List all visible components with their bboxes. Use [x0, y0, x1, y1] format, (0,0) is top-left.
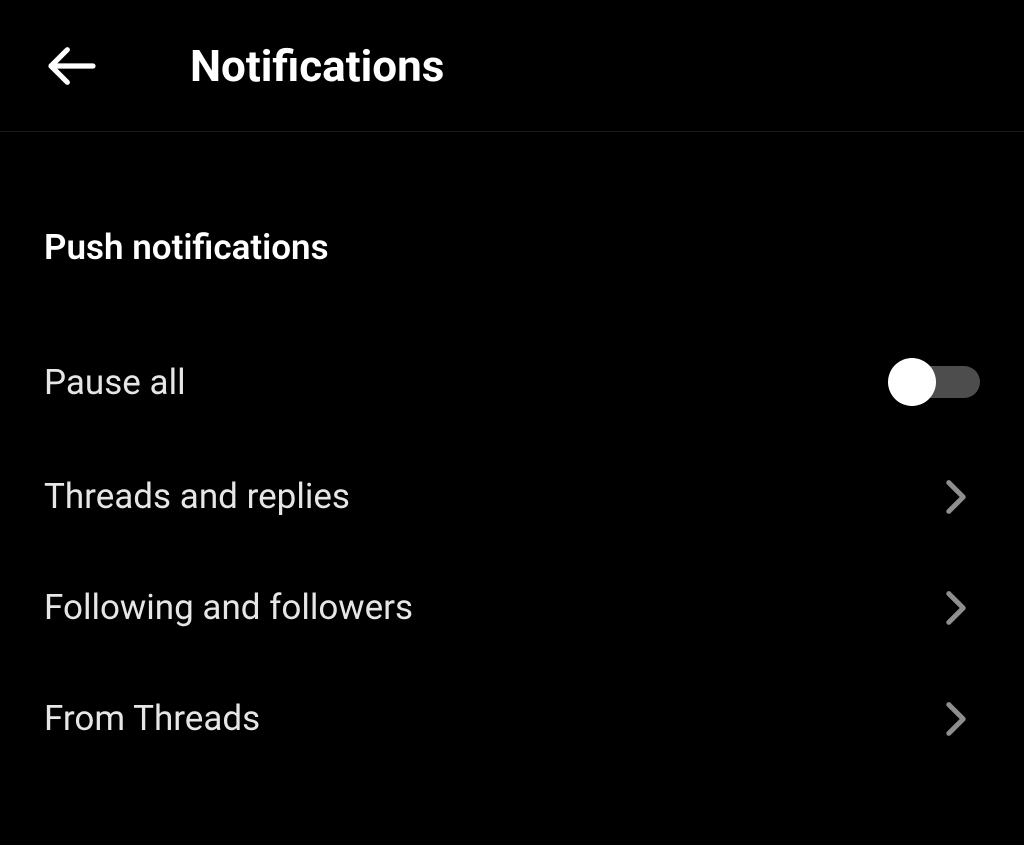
row-from-threads[interactable]: From Threads [44, 663, 980, 774]
row-threads-replies[interactable]: Threads and replies [44, 441, 980, 552]
content: Push notifications Pause all Threads and… [0, 227, 1024, 774]
row-label-from-threads: From Threads [44, 698, 260, 739]
section-header: Push notifications [44, 227, 980, 268]
toggle-pause-all[interactable] [888, 358, 980, 406]
row-label-following-followers: Following and followers [44, 587, 413, 628]
chevron-right-icon [942, 594, 970, 622]
chevron-right-icon [942, 483, 970, 511]
row-pause-all[interactable]: Pause all [44, 323, 980, 441]
header: Notifications [0, 0, 1024, 132]
back-arrow-icon[interactable] [44, 38, 100, 94]
toggle-thumb [888, 358, 936, 406]
row-label-threads-replies: Threads and replies [44, 476, 350, 517]
row-label-pause-all: Pause all [44, 362, 186, 403]
row-following-followers[interactable]: Following and followers [44, 552, 980, 663]
page-title: Notifications [190, 40, 444, 92]
chevron-right-icon [942, 705, 970, 733]
